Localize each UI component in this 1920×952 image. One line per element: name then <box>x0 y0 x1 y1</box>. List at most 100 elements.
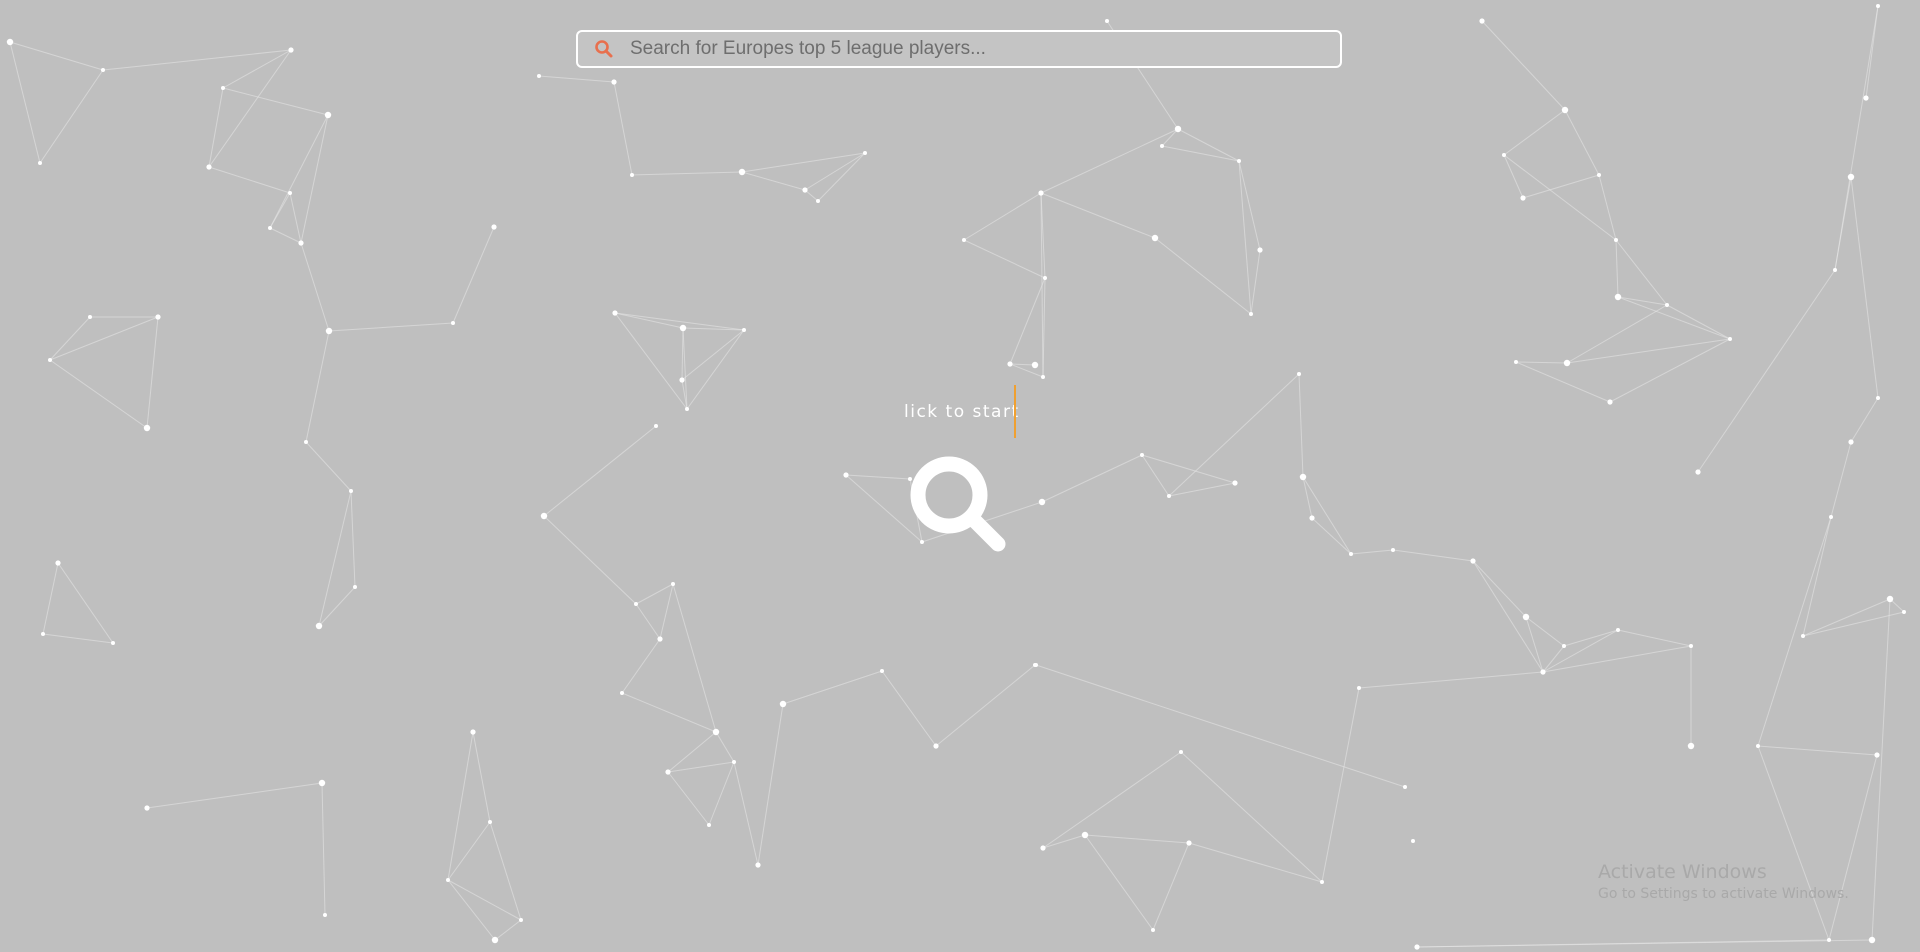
network-node <box>1040 845 1046 851</box>
network-node <box>1868 936 1876 944</box>
network-link <box>681 327 684 381</box>
network-node <box>155 314 161 320</box>
network-node <box>1876 4 1880 8</box>
network-link <box>1609 338 1731 403</box>
network-node <box>318 779 326 787</box>
network-node <box>1007 361 1013 367</box>
network-node <box>1522 613 1530 621</box>
start-search-button[interactable] <box>906 452 1012 558</box>
network-link <box>1830 441 1852 518</box>
network-node <box>1514 360 1518 364</box>
network-link <box>447 821 491 881</box>
network-link <box>318 490 352 627</box>
network-link <box>1503 154 1524 199</box>
network-node <box>671 582 675 586</box>
network-node <box>1038 190 1044 196</box>
network-node <box>48 358 52 362</box>
network-node <box>304 440 308 444</box>
network-link <box>1238 160 1252 315</box>
network-node <box>1034 663 1038 667</box>
network-node <box>353 585 357 589</box>
landing-page: lick to start Activate Windows Go to Set… <box>0 0 1920 952</box>
network-node <box>1847 173 1855 181</box>
network-link <box>1566 304 1668 364</box>
search-bar[interactable] <box>576 30 1342 68</box>
network-link <box>1035 664 1406 788</box>
network-node <box>144 805 150 811</box>
network-link <box>1617 296 1668 306</box>
network-link <box>222 87 329 116</box>
network-node <box>323 913 327 917</box>
network-link <box>1177 128 1240 162</box>
network-node <box>1540 669 1546 675</box>
network-link <box>963 239 1046 279</box>
network-node <box>101 68 105 72</box>
network-link <box>1697 269 1836 473</box>
network-node <box>1174 125 1182 133</box>
network-node <box>206 164 212 170</box>
network-link <box>1298 373 1304 478</box>
network-node <box>1160 144 1164 148</box>
network-link <box>1141 454 1170 497</box>
network-link <box>708 761 735 826</box>
network-link <box>305 330 330 443</box>
network-link <box>1615 239 1668 306</box>
network-link <box>1472 560 1527 618</box>
network-link <box>208 49 292 168</box>
network-link <box>621 638 661 694</box>
network-link <box>667 771 710 826</box>
network-node <box>1561 106 1569 114</box>
network-node <box>324 111 332 119</box>
click-to-start-text: lick to start <box>904 402 1020 422</box>
network-node <box>612 310 618 316</box>
network-node <box>657 636 663 642</box>
network-link <box>543 515 637 605</box>
network-link <box>538 75 615 83</box>
network-node <box>634 602 638 606</box>
network-link <box>715 731 735 763</box>
search-input[interactable] <box>630 34 1340 64</box>
network-link <box>659 583 674 640</box>
network-link <box>1392 549 1474 562</box>
network-link <box>447 879 496 941</box>
network-node <box>1689 644 1693 648</box>
network-node <box>491 936 499 944</box>
network-node <box>1902 610 1906 614</box>
network-link <box>1525 616 1544 673</box>
network-node <box>1502 153 1506 157</box>
network-link <box>1168 373 1300 497</box>
network-node <box>1695 469 1701 475</box>
network-node <box>665 769 671 775</box>
network-node <box>1297 372 1301 376</box>
search-icon <box>594 39 614 59</box>
network-node <box>1081 831 1089 839</box>
network-node <box>540 512 548 520</box>
network-node <box>755 862 761 868</box>
network-link <box>1042 834 1086 849</box>
network-link <box>1481 20 1566 111</box>
network-node <box>1863 95 1869 101</box>
network-link <box>1040 128 1179 194</box>
network-link <box>42 562 59 635</box>
network-node <box>712 728 720 736</box>
network-node <box>843 472 849 478</box>
network-link <box>1757 745 1830 941</box>
windows-activation-watermark: Activate Windows Go to Settings to activ… <box>1598 860 1849 904</box>
network-link <box>963 192 1042 241</box>
network-node <box>816 199 820 203</box>
network-link <box>1802 516 1832 637</box>
network-link <box>1828 754 1878 941</box>
network-link <box>1180 751 1323 883</box>
network-link <box>1666 304 1731 340</box>
network-link <box>208 166 291 194</box>
network-node <box>1320 880 1324 884</box>
network-node <box>1151 234 1159 242</box>
network-node <box>221 86 225 90</box>
network-link <box>1188 842 1323 883</box>
network-node <box>620 691 624 695</box>
network-link <box>269 114 329 229</box>
network-link <box>1141 454 1236 484</box>
network-link <box>782 670 883 705</box>
network-link <box>1834 176 1852 271</box>
network-node <box>268 226 272 230</box>
